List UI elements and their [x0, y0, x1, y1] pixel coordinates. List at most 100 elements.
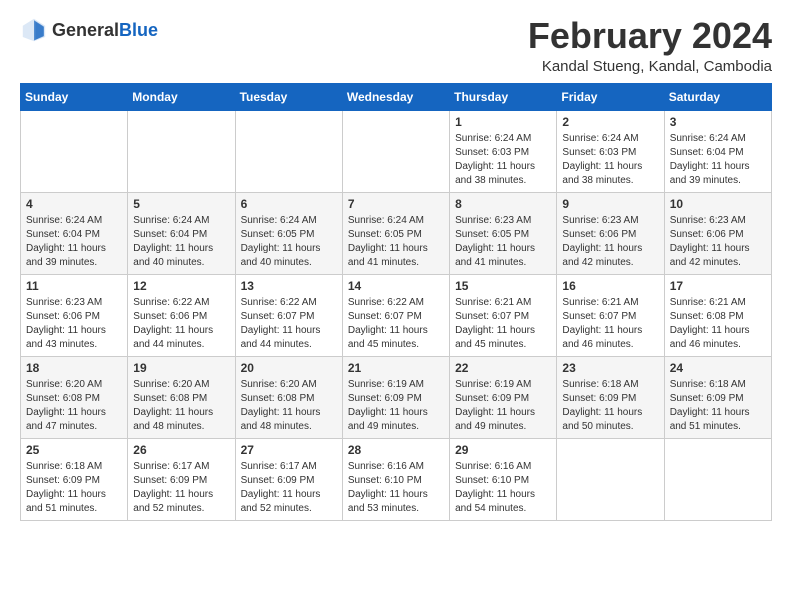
day-cell: 3Sunrise: 6:24 AM Sunset: 6:04 PM Daylig… [664, 110, 771, 192]
day-detail: Sunrise: 6:24 AM Sunset: 6:05 PM Dayligh… [241, 214, 337, 270]
day-cell: 21 Sunrise: 6:19 AM Sunset: 6:09 PM Dayli… [342, 356, 449, 438]
day-detail: Sunrise: 6:24 AM Sunset: 6:05 PM Dayligh… [348, 214, 444, 270]
day-number: 23 [562, 361, 658, 375]
week-row-1: 1 Sunrise: 6:24 AM Sunset: 6:03 PM Daylig… [21, 110, 772, 192]
day-cell: 16 Sunrise: 6:21 AM Sunset: 6:07 PM Dayli… [557, 274, 664, 356]
day-cell: 12 Sunrise: 6:22 AM Sunset: 6:06 PM Dayli… [128, 274, 235, 356]
weekday-header-wednesday: Wednesday [342, 83, 449, 110]
header: GeneralBlue February 2024 Kandal Stueng,… [20, 16, 772, 75]
day-detail: Sunrise: 6:24 AM Sunset: 6:04 PM Dayligh… [133, 214, 229, 270]
day-cell: 28 Sunrise: 6:16 AM Sunset: 6:10 PM Dayli… [342, 438, 449, 520]
day-cell: 19 Sunrise: 6:20 AM Sunset: 6:08 PM Dayli… [128, 356, 235, 438]
day-number: 29 [455, 443, 551, 457]
day-number: 11 [26, 279, 122, 293]
day-detail: Sunrise: 6:20 AM Sunset: 6:08 PM Dayligh… [26, 378, 122, 434]
day-cell: 1 Sunrise: 6:24 AM Sunset: 6:03 PM Daylig… [450, 110, 557, 192]
day-detail: Sunrise: 6:23 AM Sunset: 6:05 PM Dayligh… [455, 214, 551, 270]
day-cell: 18 Sunrise: 6:20 AM Sunset: 6:08 PM Dayli… [21, 356, 128, 438]
day-cell: 22Sunrise: 6:19 AM Sunset: 6:09 PM Dayli… [450, 356, 557, 438]
day-detail: Sunrise: 6:23 AM Sunset: 6:06 PM Dayligh… [26, 296, 122, 352]
day-cell [557, 438, 664, 520]
day-number: 24 [670, 361, 766, 375]
day-cell: 25 Sunrise: 6:18 AM Sunset: 6:09 PM Dayli… [21, 438, 128, 520]
day-number: 19 [133, 361, 229, 375]
week-row-5: 25 Sunrise: 6:18 AM Sunset: 6:09 PM Dayli… [21, 438, 772, 520]
day-detail: Sunrise: 6:24 AM Sunset: 6:03 PM Dayligh… [562, 132, 658, 188]
day-number: 2 [562, 115, 658, 129]
weekday-header-row: SundayMondayTuesdayWednesdayThursdayFrid… [21, 83, 772, 110]
day-detail: Sunrise: 6:21 AM Sunset: 6:07 PM Dayligh… [562, 296, 658, 352]
day-cell: 6Sunrise: 6:24 AM Sunset: 6:05 PM Daylig… [235, 192, 342, 274]
day-cell: 4 Sunrise: 6:24 AM Sunset: 6:04 PM Daylig… [21, 192, 128, 274]
day-detail: Sunrise: 6:23 AM Sunset: 6:06 PM Dayligh… [562, 214, 658, 270]
day-cell [128, 110, 235, 192]
day-detail: Sunrise: 6:20 AM Sunset: 6:08 PM Dayligh… [133, 378, 229, 434]
day-detail: Sunrise: 6:24 AM Sunset: 6:04 PM Dayligh… [26, 214, 122, 270]
weekday-header-tuesday: Tuesday [235, 83, 342, 110]
main-title: February 2024 [528, 16, 772, 56]
day-number: 15 [455, 279, 551, 293]
week-row-4: 18 Sunrise: 6:20 AM Sunset: 6:08 PM Dayli… [21, 356, 772, 438]
day-detail: Sunrise: 6:21 AM Sunset: 6:07 PM Dayligh… [455, 296, 551, 352]
day-number: 4 [26, 197, 122, 211]
day-number: 17 [670, 279, 766, 293]
day-number: 12 [133, 279, 229, 293]
weekday-header-monday: Monday [128, 83, 235, 110]
day-cell: 11 Sunrise: 6:23 AM Sunset: 6:06 PM Dayli… [21, 274, 128, 356]
day-cell: 8 Sunrise: 6:23 AM Sunset: 6:05 PM Daylig… [450, 192, 557, 274]
day-cell: 27Sunrise: 6:17 AM Sunset: 6:09 PM Dayli… [235, 438, 342, 520]
day-number: 26 [133, 443, 229, 457]
day-number: 16 [562, 279, 658, 293]
weekday-header-friday: Friday [557, 83, 664, 110]
title-block: February 2024 Kandal Stueng, Kandal, Cam… [528, 16, 772, 75]
day-cell [21, 110, 128, 192]
day-cell: 23 Sunrise: 6:18 AM Sunset: 6:09 PM Dayli… [557, 356, 664, 438]
logo: GeneralBlue [20, 16, 158, 44]
logo-icon [20, 16, 48, 44]
day-detail: Sunrise: 6:22 AM Sunset: 6:06 PM Dayligh… [133, 296, 229, 352]
day-detail: Sunrise: 6:17 AM Sunset: 6:09 PM Dayligh… [133, 460, 229, 516]
day-number: 21 [348, 361, 444, 375]
page-wrapper: GeneralBlue February 2024 Kandal Stueng,… [20, 16, 772, 521]
day-detail: Sunrise: 6:24 AM Sunset: 6:04 PM Dayligh… [670, 132, 766, 188]
day-detail: Sunrise: 6:23 AM Sunset: 6:06 PM Dayligh… [670, 214, 766, 270]
week-row-3: 11 Sunrise: 6:23 AM Sunset: 6:06 PM Dayli… [21, 274, 772, 356]
day-number: 25 [26, 443, 122, 457]
day-number: 1 [455, 115, 551, 129]
day-detail: Sunrise: 6:20 AM Sunset: 6:08 PM Dayligh… [241, 378, 337, 434]
day-number: 18 [26, 361, 122, 375]
day-cell: 26 Sunrise: 6:17 AM Sunset: 6:09 PM Dayli… [128, 438, 235, 520]
logo-text: GeneralBlue [52, 20, 158, 41]
day-number: 20 [241, 361, 337, 375]
day-cell: 13Sunrise: 6:22 AM Sunset: 6:07 PM Dayli… [235, 274, 342, 356]
day-detail: Sunrise: 6:19 AM Sunset: 6:09 PM Dayligh… [455, 378, 551, 434]
day-number: 7 [348, 197, 444, 211]
day-cell: 29Sunrise: 6:16 AM Sunset: 6:10 PM Dayli… [450, 438, 557, 520]
day-cell: 10Sunrise: 6:23 AM Sunset: 6:06 PM Dayli… [664, 192, 771, 274]
week-row-2: 4 Sunrise: 6:24 AM Sunset: 6:04 PM Daylig… [21, 192, 772, 274]
day-number: 28 [348, 443, 444, 457]
day-detail: Sunrise: 6:19 AM Sunset: 6:09 PM Dayligh… [348, 378, 444, 434]
day-detail: Sunrise: 6:18 AM Sunset: 6:09 PM Dayligh… [562, 378, 658, 434]
day-detail: Sunrise: 6:18 AM Sunset: 6:09 PM Dayligh… [670, 378, 766, 434]
day-number: 5 [133, 197, 229, 211]
logo-general: General [52, 20, 119, 40]
day-detail: Sunrise: 6:24 AM Sunset: 6:03 PM Dayligh… [455, 132, 551, 188]
weekday-header-saturday: Saturday [664, 83, 771, 110]
day-cell: 20 Sunrise: 6:20 AM Sunset: 6:08 PM Dayli… [235, 356, 342, 438]
day-cell: 7 Sunrise: 6:24 AM Sunset: 6:05 PM Daylig… [342, 192, 449, 274]
day-number: 9 [562, 197, 658, 211]
day-cell: 9 Sunrise: 6:23 AM Sunset: 6:06 PM Daylig… [557, 192, 664, 274]
day-number: 27 [241, 443, 337, 457]
day-cell: 17Sunrise: 6:21 AM Sunset: 6:08 PM Dayli… [664, 274, 771, 356]
day-cell: 5 Sunrise: 6:24 AM Sunset: 6:04 PM Daylig… [128, 192, 235, 274]
subtitle: Kandal Stueng, Kandal, Cambodia [528, 58, 772, 75]
day-detail: Sunrise: 6:16 AM Sunset: 6:10 PM Dayligh… [348, 460, 444, 516]
weekday-header-thursday: Thursday [450, 83, 557, 110]
day-cell: 15 Sunrise: 6:21 AM Sunset: 6:07 PM Dayli… [450, 274, 557, 356]
day-cell [235, 110, 342, 192]
day-number: 8 [455, 197, 551, 211]
day-cell: 24 Sunrise: 6:18 AM Sunset: 6:09 PM Dayli… [664, 356, 771, 438]
logo-blue: Blue [119, 20, 158, 40]
day-detail: Sunrise: 6:18 AM Sunset: 6:09 PM Dayligh… [26, 460, 122, 516]
